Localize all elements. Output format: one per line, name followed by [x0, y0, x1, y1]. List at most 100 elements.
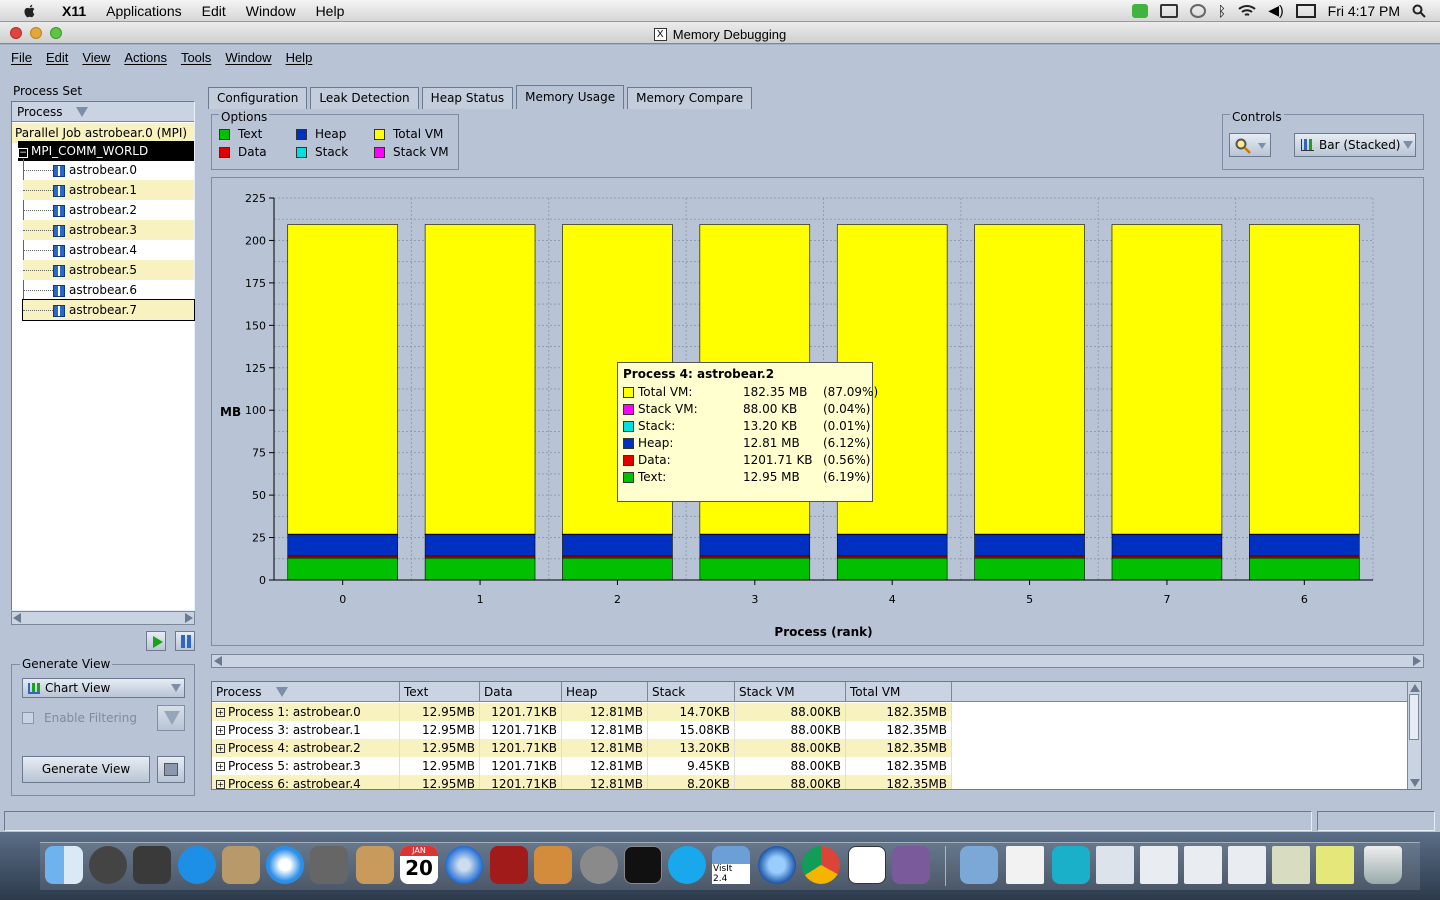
column-header-stack-vm[interactable]: Stack VM — [735, 682, 846, 702]
image-file-icon[interactable] — [1052, 846, 1090, 884]
tree-process-row[interactable]: astrobear.1 — [23, 180, 194, 200]
option-heap[interactable]: Heap — [296, 127, 346, 141]
scroll-right-icon[interactable] — [1413, 656, 1421, 666]
stop-button[interactable] — [157, 756, 185, 783]
enable-filtering-checkbox[interactable] — [22, 712, 34, 724]
minimized-window-icon[interactable] — [1228, 846, 1266, 884]
quicktime-icon[interactable] — [758, 846, 796, 884]
process-column-header[interactable]: Process — [12, 102, 194, 122]
column-header-process[interactable]: Process — [212, 682, 400, 702]
filter-button[interactable] — [157, 705, 185, 731]
itunes-icon[interactable] — [445, 846, 483, 884]
table-vscrollbar[interactable] — [1407, 682, 1421, 789]
column-header-stack[interactable]: Stack — [648, 682, 735, 702]
visit-icon[interactable]: VisIt 2.4 — [712, 846, 750, 884]
iphoto-icon[interactable] — [534, 846, 572, 884]
menubar-clock[interactable]: Fri 4:17 PM — [1328, 3, 1400, 19]
table-row[interactable]: + Process 3: astrobear.1 12.95MB 1201.71KB 1… — [212, 721, 952, 739]
evernote-icon[interactable] — [1131, 3, 1148, 18]
zoom-window-button[interactable] — [50, 27, 62, 39]
menu-view[interactable]: View — [75, 50, 117, 65]
tree-hscrollbar[interactable] — [11, 611, 195, 625]
table-row[interactable]: + Process 5: astrobear.3 12.95MB 1201.71KB 1… — [212, 757, 952, 775]
preview-icon[interactable] — [222, 846, 260, 884]
terminal-icon[interactable] — [624, 846, 662, 884]
menu-edit[interactable]: Edit — [39, 50, 75, 65]
process-tree[interactable]: Process Parallel Job astrobear.0 (MPI) −… — [11, 101, 195, 611]
system-preferences-icon[interactable] — [580, 846, 618, 884]
expand-icon[interactable]: + — [216, 780, 225, 789]
tree-process-row[interactable]: astrobear.4 — [23, 240, 194, 260]
chevron-down-icon[interactable] — [1258, 143, 1266, 149]
mission-control-icon[interactable] — [133, 846, 171, 884]
memory-table[interactable]: Process Text Data Heap Stack Stack VM To… — [211, 681, 1422, 790]
battery-icon[interactable] — [1295, 3, 1316, 18]
tab-memory-usage[interactable]: Memory Usage — [516, 85, 625, 109]
address-book-icon[interactable] — [356, 846, 394, 884]
chrome-icon[interactable] — [802, 846, 840, 884]
tree-process-row-selected[interactable]: astrobear.7 — [22, 299, 195, 321]
tab-configuration[interactable]: Configuration — [208, 87, 308, 109]
minimized-window-icon[interactable] — [1140, 846, 1178, 884]
option-data[interactable]: Data — [219, 145, 267, 159]
menu-tools[interactable]: Tools — [174, 50, 218, 65]
menu-actions[interactable]: Actions — [117, 50, 174, 65]
minimized-window-icon[interactable] — [1316, 846, 1354, 884]
generate-view-button[interactable]: Generate View — [22, 756, 150, 783]
menu-window[interactable]: Window — [218, 50, 278, 65]
table-row[interactable]: + Process 4: astrobear.2 12.95MB 1201.71KB 1… — [212, 739, 952, 757]
bluetooth-icon[interactable]: ᛒ — [1218, 3, 1226, 19]
tree-job-row[interactable]: Parallel Job astrobear.0 (MPI) — [12, 123, 194, 143]
minimize-window-button[interactable] — [30, 27, 42, 39]
tree-process-row[interactable]: astrobear.5 — [23, 260, 194, 280]
menubar-item-help[interactable]: Help — [306, 3, 355, 19]
scroll-thumb[interactable] — [1409, 694, 1419, 740]
play-button[interactable] — [146, 631, 166, 651]
column-header-heap[interactable]: Heap — [562, 682, 648, 702]
pause-button[interactable] — [175, 631, 195, 651]
document-icon[interactable] — [1006, 846, 1044, 884]
tree-process-row[interactable]: astrobear.3 — [23, 220, 194, 240]
folder-icon[interactable] — [960, 846, 998, 884]
photos-icon[interactable] — [892, 846, 930, 884]
scroll-up-icon[interactable] — [1410, 684, 1420, 692]
spotlight-search-icon[interactable] — [1412, 4, 1426, 18]
zoom-button[interactable] — [1229, 133, 1271, 157]
time-machine-icon[interactable] — [1189, 3, 1206, 18]
option-total-vm[interactable]: Total VM — [374, 127, 443, 141]
menubar-item-window[interactable]: Window — [236, 3, 306, 19]
column-header-data[interactable]: Data — [480, 682, 562, 702]
option-text[interactable]: Text — [219, 127, 262, 141]
trash-icon[interactable] — [1364, 846, 1402, 884]
app-store-icon[interactable] — [178, 846, 216, 884]
tab-heap-status[interactable]: Heap Status — [421, 87, 514, 109]
photo-booth-icon[interactable] — [490, 846, 528, 884]
view-select[interactable]: Chart View — [22, 678, 185, 698]
safari-icon[interactable] — [266, 846, 304, 884]
wifi-icon[interactable] — [1238, 4, 1256, 18]
minimized-window-icon[interactable] — [1096, 846, 1134, 884]
menubar-app[interactable]: X11 — [52, 3, 96, 19]
table-row[interactable]: + Process 1: astrobear.0 12.95MB 1201.71KB 1… — [212, 703, 952, 721]
scroll-right-icon[interactable] — [185, 613, 193, 623]
tree-process-row[interactable]: astrobear.2 — [23, 200, 194, 220]
chart-hscrollbar[interactable] — [211, 654, 1424, 668]
tab-memory-compare[interactable]: Memory Compare — [627, 87, 753, 109]
expand-icon[interactable]: − — [18, 148, 28, 158]
minimized-window-icon[interactable] — [1184, 846, 1222, 884]
apple-icon[interactable] — [22, 3, 38, 19]
scroll-left-icon[interactable] — [13, 613, 21, 623]
menubar-item-edit[interactable]: Edit — [192, 3, 236, 19]
tab-leak-detection[interactable]: Leak Detection — [310, 87, 419, 109]
volume-icon[interactable]: ◀) — [1268, 2, 1283, 19]
skype-icon[interactable] — [668, 846, 706, 884]
column-header-text[interactable]: Text — [400, 682, 480, 702]
tree-process-row[interactable]: astrobear.0 — [23, 160, 194, 180]
expand-icon[interactable]: + — [216, 762, 225, 771]
x11-dock-icon[interactable] — [848, 846, 886, 884]
option-stack-vm[interactable]: Stack VM — [374, 145, 449, 159]
facetime-icon[interactable] — [310, 846, 348, 884]
column-header-total-vm[interactable]: Total VM — [846, 682, 952, 702]
calendar-icon[interactable]: JAN 20 — [400, 846, 438, 884]
expand-icon[interactable]: + — [216, 726, 225, 735]
